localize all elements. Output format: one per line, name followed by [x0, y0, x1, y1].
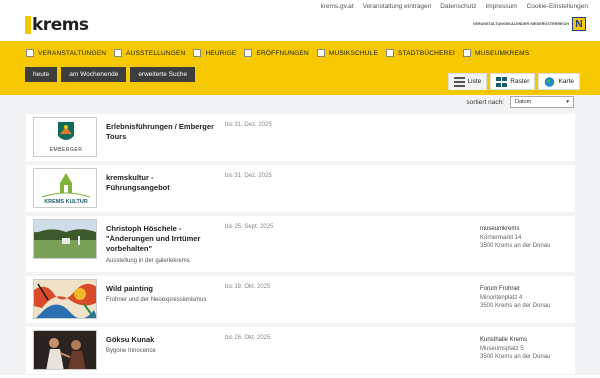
- noe-logo-text: VERANSTALTUNGSKALENDER NIEDERÖSTERREICH: [472, 21, 569, 26]
- location-city: 3500 Krems an der Donau: [480, 243, 551, 249]
- svg-text:KREMS KULTUR: KREMS KULTUR: [44, 199, 88, 205]
- category-ausstellungen[interactable]: AUSSTELLUNGEN: [114, 49, 185, 57]
- link-veranstaltung-eintragen[interactable]: Veranstaltung eintragen: [363, 3, 432, 10]
- checkbox[interactable]: [114, 49, 123, 57]
- event-subtitle: Bygone Innocence: [106, 348, 156, 354]
- event-thumbnail: [33, 330, 97, 370]
- event-item[interactable]: Göksu Kunak Bygone Innocence bis 26. Okt…: [26, 327, 575, 374]
- location-name: Forum Frohner: [480, 286, 521, 292]
- event-list-area: Liste Raster Karte sortiert nach: Datum …: [0, 73, 600, 378]
- meadow-photo: [34, 220, 96, 258]
- event-date: bis 19. Okt. 2025: [225, 284, 271, 290]
- event-subtitle: Frohner und der Neoexpressionismus: [106, 297, 207, 303]
- checkbox[interactable]: [463, 49, 472, 57]
- sort-control: sortiert nach: Datum ▾: [466, 96, 574, 108]
- checkbox[interactable]: [193, 49, 202, 57]
- location-street: Körnermarkt 14: [480, 234, 522, 241]
- top-header: krems krems.gv.at Veranstaltung eintrage…: [0, 0, 600, 41]
- noe-calendar-logo[interactable]: VERANSTALTUNGSKALENDER NIEDERÖSTERREICH …: [473, 17, 586, 31]
- category-eroeffnungen[interactable]: ERÖFFNUNGEN: [244, 49, 309, 57]
- tab-liste[interactable]: Liste: [447, 73, 488, 90]
- checkbox[interactable]: [386, 49, 395, 57]
- event-subtitle: Ausstellung in der galeriekrems: [106, 258, 190, 264]
- event-thumbnail: EMBERGER: [33, 117, 97, 157]
- wochenende-button[interactable]: am Wochenende: [61, 67, 127, 82]
- category-stadtbuecherei[interactable]: STADTBÜCHEREI: [386, 49, 455, 57]
- top-links: krems.gv.at Veranstaltung eintragen Date…: [320, 3, 588, 10]
- category-label: ERÖFFNUNGEN: [256, 49, 309, 57]
- category-veranstaltungen[interactable]: VERANSTALTUNGEN: [26, 49, 106, 57]
- link-cookie-einstellungen[interactable]: Cookie-Einstellungen: [527, 3, 588, 10]
- tab-karte[interactable]: Karte: [538, 73, 580, 90]
- category-museumkrems[interactable]: MUSEUMKREMS: [463, 49, 529, 57]
- link-impressum[interactable]: Impressum: [485, 3, 517, 10]
- event-date: bis 26. Okt. 2025: [225, 335, 271, 341]
- category-label: MUSEUMKREMS: [475, 49, 530, 57]
- tab-label: Raster: [510, 78, 530, 85]
- globe-icon: [545, 76, 555, 87]
- performance-photo: [34, 331, 96, 369]
- category-musikschule[interactable]: MUSIKSCHULE: [316, 49, 379, 57]
- event-title[interactable]: Göksu Kunak: [106, 335, 218, 345]
- svg-text:EMBERGER: EMBERGER: [50, 147, 83, 153]
- event-list: EMBERGER Erlebnisführungen / Emberger To…: [26, 114, 575, 378]
- erweiterte-suche-button[interactable]: erweiterte Suche: [130, 67, 196, 82]
- category-label: STADTBÜCHEREI: [398, 49, 456, 57]
- logo-mark: [25, 16, 31, 34]
- event-location: museumkrems Körnermarkt 14 3500 Krems an…: [480, 225, 550, 251]
- event-title[interactable]: Christoph Höschele - "Änderungen und Irr…: [106, 224, 218, 254]
- tab-label: Liste: [467, 78, 482, 85]
- logo-text: krems: [32, 15, 89, 35]
- event-title[interactable]: Wild painting: [106, 284, 218, 294]
- event-item[interactable]: KREMS KULTUR kremskultur - Führungsangeb…: [26, 165, 575, 212]
- event-date: bis 31. Dez. 2025: [225, 173, 272, 179]
- krems-logo[interactable]: krems: [25, 14, 89, 34]
- emberger-logo: EMBERGER: [34, 118, 96, 156]
- location-city: 3500 Krems an der Donau: [480, 303, 551, 309]
- kremskultur-logo: KREMS KULTUR: [34, 169, 96, 207]
- chevron-down-icon: ▾: [566, 99, 569, 105]
- event-location: Kunsthalle Krems Museumsplatz 5 3500 Kre…: [480, 336, 550, 362]
- link-krems-gv[interactable]: krems.gv.at: [320, 3, 353, 10]
- location-street: Minoritenplatz 4: [480, 294, 523, 301]
- event-thumbnail: [33, 219, 97, 259]
- checkbox[interactable]: [316, 49, 325, 57]
- link-datenschutz[interactable]: Datenschutz: [440, 3, 476, 10]
- sort-value: Datum: [515, 99, 532, 105]
- location-name: Kunsthalle Krems: [480, 337, 528, 343]
- location-city: 3500 Krems an der Donau: [480, 354, 551, 360]
- list-icon: [453, 76, 465, 87]
- view-tabs: Liste Raster Karte: [447, 73, 580, 90]
- category-label: AUSSTELLUNGEN: [126, 49, 186, 57]
- event-thumbnail: [33, 279, 97, 319]
- grid-icon: [496, 76, 508, 87]
- tab-raster[interactable]: Raster: [490, 73, 536, 90]
- location-name: museumkrems: [480, 226, 520, 232]
- event-item[interactable]: Wild painting Frohner und der Neoexpress…: [26, 276, 575, 323]
- event-location: Forum Frohner Minoritenplatz 4 3500 Krem…: [480, 285, 550, 311]
- quick-filter-buttons: heute am Wochenende erweiterte Suche: [25, 67, 196, 82]
- noe-logo-mark: N: [572, 17, 586, 31]
- event-item[interactable]: EMBERGER Erlebnisführungen / Emberger To…: [26, 114, 575, 161]
- sort-label: sortiert nach:: [466, 98, 504, 106]
- checkbox[interactable]: [244, 49, 253, 57]
- category-label: HEURIGE: [205, 49, 237, 57]
- painting-photo: [34, 280, 96, 318]
- location-street: Museumsplatz 5: [480, 345, 524, 352]
- category-filters: VERANSTALTUNGEN AUSSTELLUNGEN HEURIGE ER…: [26, 49, 529, 57]
- sort-select[interactable]: Datum ▾: [510, 96, 574, 108]
- category-label: MUSIKSCHULE: [328, 49, 379, 57]
- event-title[interactable]: Erlebnisführungen / Emberger Tours: [106, 122, 218, 142]
- event-item[interactable]: Christoph Höschele - "Änderungen und Irr…: [26, 216, 575, 272]
- event-title[interactable]: kremskultur - Führungsangebot: [106, 173, 218, 193]
- category-label: VERANSTALTUNGEN: [38, 49, 107, 57]
- event-date: bis 25. Sept. 2025: [225, 224, 274, 230]
- heute-button[interactable]: heute: [25, 67, 58, 82]
- checkbox[interactable]: [26, 49, 34, 57]
- category-heurige[interactable]: HEURIGE: [193, 49, 236, 57]
- tab-label: Karte: [558, 78, 574, 85]
- event-date: bis 31. Dez. 2025: [225, 122, 272, 128]
- event-thumbnail: KREMS KULTUR: [33, 168, 97, 208]
